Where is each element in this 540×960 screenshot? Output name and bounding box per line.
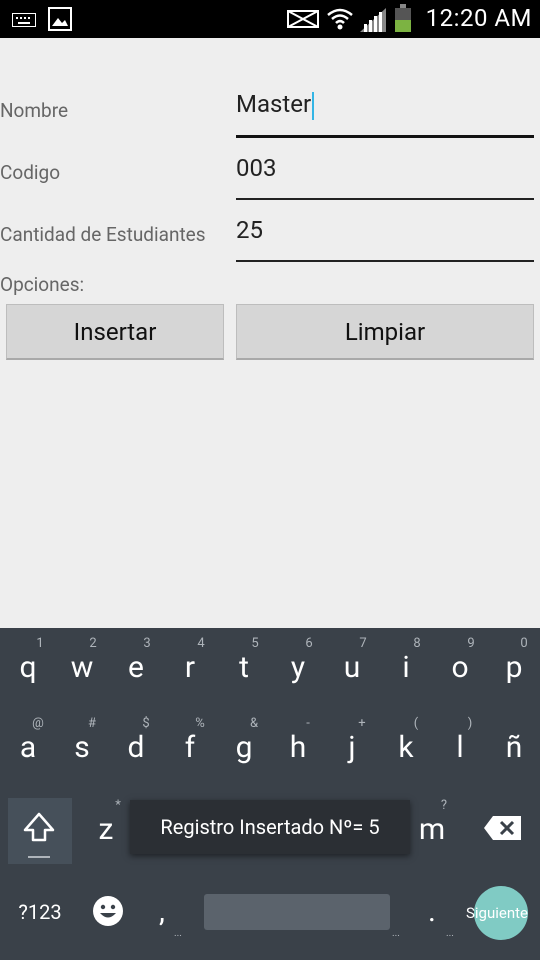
text-cursor <box>312 91 315 120</box>
key-hint: $ <box>142 716 150 731</box>
key-hint: 1 <box>36 636 44 651</box>
key-l[interactable]: l <box>440 730 480 765</box>
soft-keyboard: 1 q 2 w 3 e 4 r 5 t 6 y 7 u 8 i 9 o 0 p … <box>0 628 540 960</box>
key-hint: 3 <box>143 636 151 651</box>
keyboard-row-1: 1 q 2 w 3 e 4 r 5 t 6 y 7 u 8 i 9 o 0 p <box>0 628 540 708</box>
key-u[interactable]: u <box>332 650 372 685</box>
cantidad-label: Cantidad de Estudiantes <box>0 223 206 246</box>
wifi-icon <box>326 5 354 35</box>
battery-icon <box>394 4 412 38</box>
key-w[interactable]: w <box>62 650 102 685</box>
key-p[interactable]: p <box>494 650 534 685</box>
key-hint: 2 <box>89 636 97 651</box>
keyboard-icon <box>11 12 37 31</box>
key-hint: @ <box>32 716 44 731</box>
cantidad-value: 25 <box>236 216 263 244</box>
key-hint: # <box>87 716 96 731</box>
space-more: ... <box>392 928 400 939</box>
key-hint: + <box>358 716 366 731</box>
toast-message: Registro Insertado Nº= 5 <box>130 800 410 854</box>
cantidad-field[interactable]: 25 <box>236 216 534 262</box>
key-r[interactable]: r <box>170 650 210 685</box>
key-o[interactable]: o <box>440 650 480 685</box>
comma-key[interactable]: , <box>142 894 182 929</box>
shift-indicator <box>28 856 50 858</box>
key-hint: % <box>195 716 205 731</box>
key-hint: ? <box>440 798 448 813</box>
period-key[interactable]: . <box>412 894 452 929</box>
key-a[interactable]: a <box>8 730 48 765</box>
key-hint: 7 <box>359 636 367 651</box>
insertar-button[interactable]: Insertar <box>6 304 224 360</box>
backspace-icon[interactable] <box>480 814 526 850</box>
period-more: ... <box>446 928 454 939</box>
key-hint: ) <box>467 716 473 731</box>
comma-more: ... <box>174 928 182 939</box>
key-hint: 0 <box>520 636 528 651</box>
key-enye[interactable]: ñ <box>494 730 534 765</box>
key-z[interactable]: z <box>86 812 126 847</box>
key-g[interactable]: g <box>224 730 264 765</box>
key-m[interactable]: m <box>412 812 452 847</box>
key-f[interactable]: f <box>170 730 210 765</box>
key-e[interactable]: e <box>116 650 156 685</box>
key-hint: 8 <box>413 636 421 651</box>
nombre-value: Master <box>236 90 312 118</box>
key-hint: 5 <box>251 636 259 651</box>
shift-icon[interactable] <box>16 810 62 854</box>
key-h[interactable]: h <box>278 730 318 765</box>
image-icon <box>48 7 72 35</box>
codigo-value: 003 <box>236 154 277 182</box>
key-hint: 9 <box>467 636 475 651</box>
toast-text: Registro Insertado Nº= 5 <box>160 815 380 839</box>
keyboard-row-2: @ a # s $ d % f & g - h + j ( k ) l ñ <box>0 710 540 790</box>
next-button[interactable]: Siguiente <box>466 886 528 940</box>
signal-icon <box>360 8 386 36</box>
key-y[interactable]: y <box>278 650 318 685</box>
codigo-label: Codigo <box>0 161 61 184</box>
key-hint: 4 <box>197 636 205 651</box>
key-i[interactable]: i <box>386 650 426 685</box>
key-hint: 6 <box>305 636 313 651</box>
codigo-field[interactable]: 003 <box>236 154 534 200</box>
symbols-key[interactable]: ?123 <box>8 900 72 924</box>
nombre-label: Nombre <box>0 99 69 122</box>
key-t[interactable]: t <box>224 650 264 685</box>
key-hint: - <box>306 716 310 731</box>
space-bar[interactable] <box>204 894 390 930</box>
clock: 12:20 AM <box>425 4 532 32</box>
key-d[interactable]: d <box>116 730 156 765</box>
key-hint: & <box>249 716 259 731</box>
key-hint: ( <box>413 716 419 731</box>
key-hint: * <box>115 798 121 813</box>
key-q[interactable]: q <box>8 650 48 685</box>
key-j[interactable]: j <box>332 730 372 765</box>
limpiar-button[interactable]: Limpiar <box>236 304 534 360</box>
nombre-field[interactable]: Master <box>236 90 534 138</box>
status-bar: 12:20 AM <box>0 0 540 38</box>
key-k[interactable]: k <box>386 730 426 765</box>
next-button-label: Siguiente <box>466 904 528 922</box>
mute-icon <box>286 8 320 34</box>
emoji-icon[interactable] <box>86 894 130 936</box>
form-area: Nombre Master Codigo 003 Cantidad de Est… <box>0 38 540 628</box>
key-s[interactable]: s <box>62 730 102 765</box>
opciones-label: Opciones: <box>0 273 85 296</box>
